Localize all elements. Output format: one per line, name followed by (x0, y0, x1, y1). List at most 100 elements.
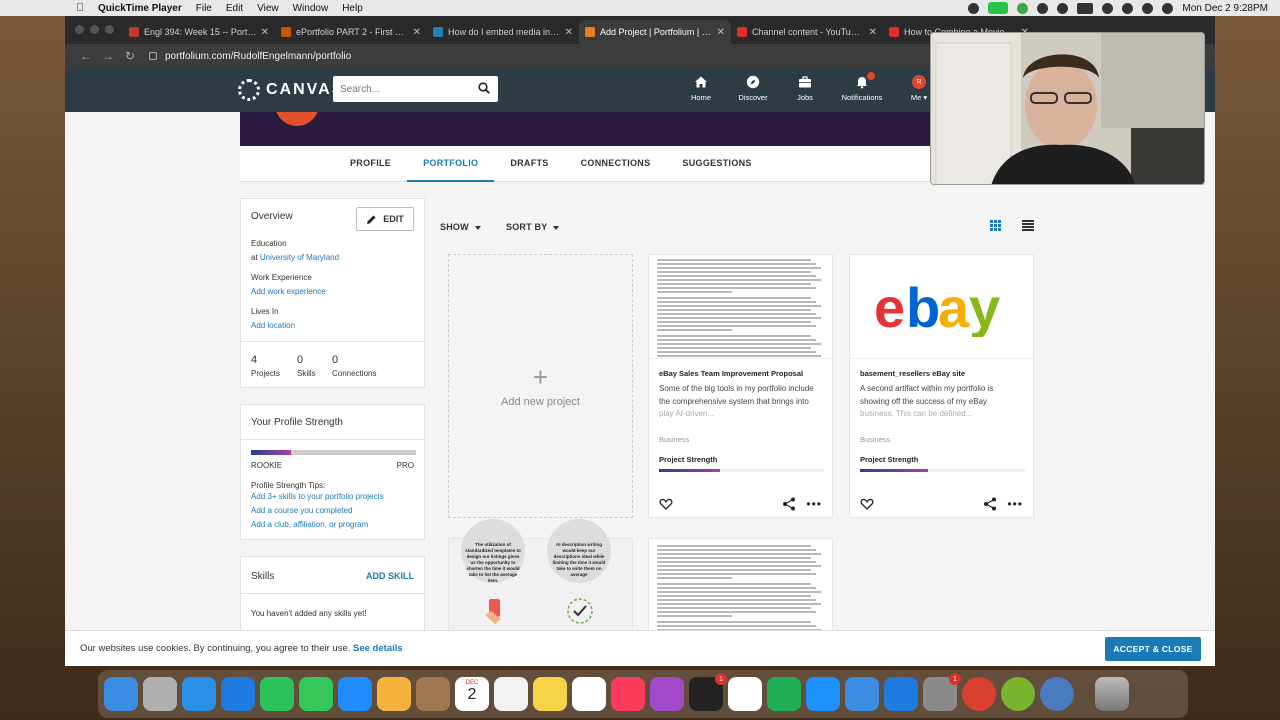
see-details-link[interactable]: See details (353, 643, 403, 654)
maps-icon[interactable] (338, 677, 372, 711)
tip-add-course-link[interactable]: Add a course you completed (251, 506, 352, 515)
forward-icon[interactable]: → (97, 49, 119, 63)
add-work-link[interactable]: Add work experience (251, 287, 326, 296)
nav-home[interactable]: Home (675, 72, 727, 102)
battery-icon[interactable] (1077, 2, 1094, 14)
browser-tab[interactable]: How do I embed media in my ✕ (427, 20, 579, 44)
word-app-icon[interactable] (1001, 677, 1035, 711)
close-window-button[interactable] (75, 25, 84, 34)
stat-projects[interactable]: 4 Projects (251, 354, 280, 378)
close-tab-icon[interactable]: ✕ (869, 27, 877, 38)
wifi-icon[interactable] (1102, 2, 1114, 14)
close-tab-icon[interactable]: ✕ (717, 27, 725, 38)
heart-icon[interactable] (860, 497, 874, 511)
stat-connections[interactable]: 0 Connections (332, 354, 376, 378)
menu-edit[interactable]: Edit (226, 3, 243, 14)
zoom-window-button[interactable] (105, 25, 114, 34)
podcasts-icon[interactable] (650, 677, 684, 711)
nav-discover[interactable]: Discover (727, 72, 779, 102)
preview-icon[interactable] (845, 677, 879, 711)
facetime-icon[interactable] (988, 2, 1009, 14)
menu-help[interactable]: Help (342, 3, 363, 14)
back-icon[interactable]: ← (75, 49, 97, 63)
tab-profile[interactable]: PROFILE (334, 146, 407, 182)
record-status-icon[interactable] (968, 2, 980, 14)
keynote-icon[interactable] (806, 677, 840, 711)
finder-icon[interactable] (104, 677, 138, 711)
add-new-project-button[interactable]: + Add new project (448, 254, 633, 518)
photos-icon[interactable] (377, 677, 411, 711)
canvas-logo[interactable]: CANVAS (238, 79, 344, 101)
messages-icon[interactable] (299, 677, 333, 711)
tab-connections[interactable]: CONNECTIONS (565, 146, 667, 182)
close-tab-icon[interactable]: ✕ (413, 27, 421, 38)
site-info-icon[interactable] (149, 52, 157, 60)
music-icon[interactable] (611, 677, 645, 711)
tip-add-club-link[interactable]: Add a club, affiliation, or program (251, 520, 368, 529)
project-title[interactable]: eBay Sales Team Improvement Proposal (659, 369, 803, 378)
quicktime-icon[interactable] (1040, 677, 1074, 711)
nav-jobs[interactable]: Jobs (779, 72, 831, 102)
profile-avatar-image[interactable] (275, 112, 319, 126)
tab-drafts[interactable]: DRAFTS (494, 146, 564, 182)
numbers-icon[interactable] (767, 677, 801, 711)
menu-file[interactable]: File (196, 3, 212, 14)
nav-notifications[interactable]: Notifications (831, 72, 893, 102)
webcam-overlay[interactable] (930, 32, 1205, 185)
menu-clock[interactable]: Mon Dec 2 9:28PM (1182, 3, 1268, 14)
tip-add-skills-link[interactable]: Add 3+ skills to your portfolio projects (251, 492, 384, 501)
tv-icon[interactable]: 1 (689, 673, 727, 711)
share-icon[interactable] (983, 497, 997, 511)
siri-icon[interactable] (1162, 2, 1174, 14)
system-settings-icon[interactable]: 1 (923, 673, 961, 711)
browser-tab[interactable]: Engl 394: Week 15 -- Portfolio ✕ (123, 20, 275, 44)
news-icon[interactable] (728, 677, 762, 711)
share-icon[interactable] (782, 497, 796, 511)
clock-icon[interactable] (1057, 2, 1069, 14)
sort-by-dropdown[interactable]: SORT BY (506, 222, 560, 232)
list-view-icon[interactable] (1022, 220, 1034, 231)
chrome-icon[interactable] (962, 677, 996, 711)
freeform-icon[interactable] (572, 677, 606, 711)
facetime-icon[interactable] (260, 677, 294, 711)
browser-tab[interactable]: ePortfolio PART 2 - First Draft ✕ (275, 20, 427, 44)
project-card[interactable]: e b a y basement_resellers eBay site A s… (849, 254, 1034, 518)
menu-window[interactable]: Window (293, 3, 329, 14)
project-card[interactable]: eBay Sales Team Improvement Proposal Som… (648, 254, 833, 518)
more-options-icon[interactable]: ••• (806, 498, 822, 510)
tab-suggestions[interactable]: SUGGESTIONS (666, 146, 767, 182)
close-tab-icon[interactable]: ✕ (261, 27, 269, 38)
reload-icon[interactable]: ↻ (119, 49, 141, 63)
project-title[interactable]: basement_resellers eBay site (860, 369, 965, 378)
menu-view[interactable]: View (257, 3, 279, 14)
app-store-icon[interactable] (884, 677, 918, 711)
search-icon[interactable] (478, 82, 490, 94)
add-location-link[interactable]: Add location (251, 321, 295, 330)
apple-icon[interactable]:  (76, 2, 90, 14)
grammarly-icon[interactable] (1017, 2, 1029, 14)
add-skill-button[interactable]: ADD SKILL (366, 571, 414, 581)
project-thumbnail[interactable] (649, 255, 832, 359)
calendar-icon[interactable]: DEC 2 (455, 677, 489, 711)
reminders-icon[interactable] (494, 677, 528, 711)
browser-tab[interactable]: Add Project | Portfolium | Portfolio ✕ (579, 20, 731, 44)
contacts-icon[interactable] (416, 677, 450, 711)
close-tab-icon[interactable]: ✕ (565, 27, 573, 38)
notes-icon[interactable] (533, 677, 567, 711)
stat-skills[interactable]: 0 Skills (297, 354, 316, 378)
more-options-icon[interactable]: ••• (1007, 498, 1023, 510)
show-dropdown[interactable]: SHOW (440, 222, 481, 232)
trash-icon[interactable] (1095, 677, 1129, 711)
project-thumbnail[interactable]: e b a y (850, 255, 1033, 359)
search-input[interactable] (340, 83, 470, 95)
minimize-window-button[interactable] (90, 25, 99, 34)
heart-icon[interactable] (659, 497, 673, 511)
launchpad-icon[interactable] (143, 677, 177, 711)
grid-view-icon[interactable] (990, 220, 1001, 231)
safari-icon[interactable] (182, 677, 216, 711)
accept-close-button[interactable]: ACCEPT & CLOSE (1105, 637, 1201, 661)
tab-portfolio[interactable]: PORTFOLIO (407, 146, 495, 182)
mail-icon[interactable] (221, 677, 255, 711)
app-menu[interactable]: QuickTime Player (98, 3, 182, 14)
education-link[interactable]: University of Maryland (260, 253, 339, 262)
